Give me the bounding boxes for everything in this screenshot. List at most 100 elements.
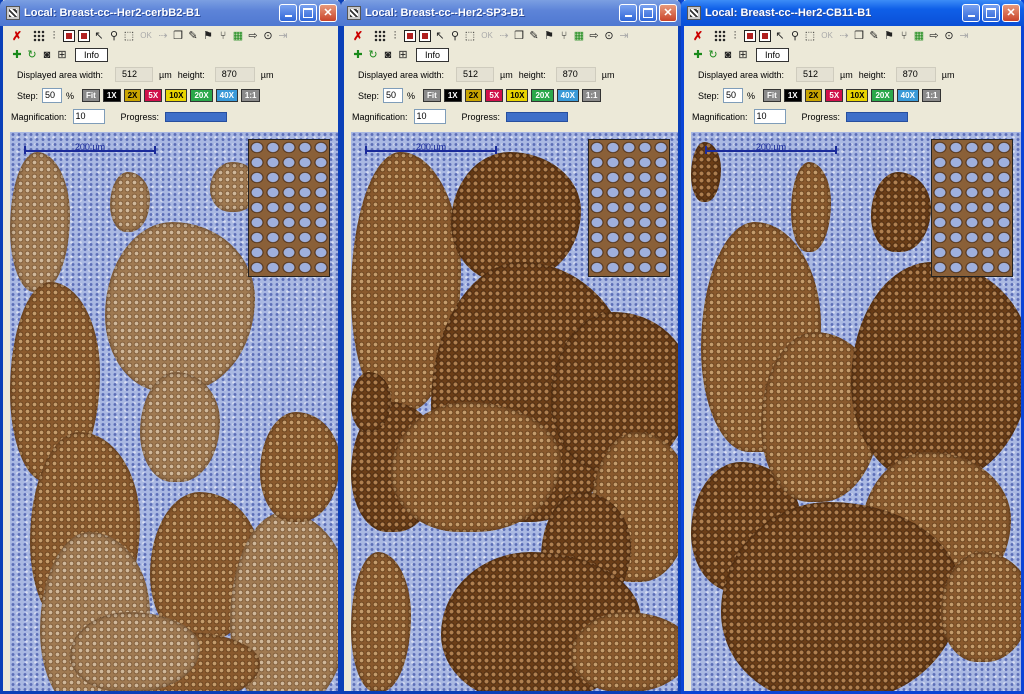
window-titlebar[interactable]: Local: Breast-cc--Her2-cerbB2-B1 ✕ bbox=[0, 0, 341, 26]
record-icon[interactable] bbox=[63, 30, 75, 42]
close-button[interactable]: ✕ bbox=[659, 4, 677, 22]
zoom-button-5x[interactable]: 5X bbox=[825, 89, 844, 102]
draw-icon[interactable]: ✎ bbox=[187, 30, 199, 42]
export-icon[interactable]: ⇨ bbox=[928, 30, 940, 42]
magnified-inset[interactable] bbox=[931, 139, 1013, 277]
zoom-button-fit[interactable]: Fit bbox=[423, 89, 441, 102]
ok-icon[interactable]: OK bbox=[479, 30, 495, 42]
network-icon[interactable]: ⊞ bbox=[397, 49, 409, 61]
zoom-button-40x[interactable]: 40X bbox=[556, 89, 579, 102]
copy-icon[interactable]: ❐ bbox=[172, 30, 184, 42]
branch-icon[interactable]: ⑂ bbox=[898, 30, 910, 42]
pointer-icon[interactable]: ↖ bbox=[434, 30, 446, 42]
close-x-icon[interactable]: ✗ bbox=[11, 30, 23, 42]
maximize-button[interactable] bbox=[982, 4, 1000, 22]
branch-icon[interactable]: ⑂ bbox=[558, 30, 570, 42]
stop-icon[interactable] bbox=[78, 30, 90, 42]
close-x-icon[interactable]: ✗ bbox=[692, 30, 704, 42]
camera-icon[interactable]: ◙ bbox=[41, 49, 53, 61]
select-area-icon[interactable]: ⬚ bbox=[804, 30, 816, 42]
draw-icon[interactable]: ✎ bbox=[528, 30, 540, 42]
zoom-button-10x[interactable]: 10X bbox=[165, 89, 188, 102]
load-icon[interactable]: ✚ bbox=[692, 49, 704, 61]
refresh-icon[interactable]: ↻ bbox=[707, 49, 719, 61]
window-titlebar[interactable]: Local: Breast-cc--Her2-CB11-B1 ✕ bbox=[681, 0, 1024, 26]
load-icon[interactable]: ✚ bbox=[352, 49, 364, 61]
copy-icon[interactable]: ❐ bbox=[853, 30, 865, 42]
grid-icon[interactable] bbox=[714, 30, 726, 42]
zoom-button-fit[interactable]: Fit bbox=[82, 89, 100, 102]
record-icon[interactable] bbox=[744, 30, 756, 42]
zoom-button-40x[interactable]: 40X bbox=[215, 89, 238, 102]
zoom-button-1x[interactable]: 1X bbox=[783, 89, 802, 102]
ok-icon[interactable]: OK bbox=[819, 30, 835, 42]
info-button[interactable]: Info bbox=[416, 48, 450, 62]
zoom-button-2x[interactable]: 2X bbox=[123, 89, 142, 102]
sliders-icon[interactable]: ⫶ bbox=[389, 30, 401, 42]
network-icon[interactable]: ⊞ bbox=[56, 49, 68, 61]
maximize-button[interactable] bbox=[639, 4, 657, 22]
zoom-button-5x[interactable]: 5X bbox=[485, 89, 504, 102]
slide-viewport[interactable]: 200 µm bbox=[691, 132, 1021, 691]
export-icon[interactable]: ⇨ bbox=[247, 30, 259, 42]
zoom-button-10x[interactable]: 10X bbox=[846, 89, 869, 102]
zoom-button-40x[interactable]: 40X bbox=[896, 89, 919, 102]
zoom-icon[interactable]: ⚲ bbox=[108, 30, 120, 42]
magnified-inset[interactable] bbox=[248, 139, 330, 277]
close-button[interactable]: ✕ bbox=[319, 4, 337, 22]
magnification-input[interactable]: 10 bbox=[413, 109, 446, 124]
arrow-icon[interactable]: ⇢ bbox=[157, 30, 169, 42]
stop-icon[interactable] bbox=[419, 30, 431, 42]
ruler-icon[interactable]: ▦ bbox=[573, 30, 585, 42]
zoom-button-5x[interactable]: 5X bbox=[144, 89, 163, 102]
draw-icon[interactable]: ✎ bbox=[868, 30, 880, 42]
flag-icon[interactable]: ⚑ bbox=[202, 30, 214, 42]
minimize-button[interactable] bbox=[962, 4, 980, 22]
close-button[interactable]: ✕ bbox=[1002, 4, 1020, 22]
network-icon[interactable]: ⇥ bbox=[958, 30, 970, 42]
copy-icon[interactable]: ❐ bbox=[513, 30, 525, 42]
zoom-button-20x[interactable]: 20X bbox=[531, 89, 554, 102]
camera-icon[interactable]: ⊙ bbox=[943, 30, 955, 42]
ok-icon[interactable]: OK bbox=[138, 30, 154, 42]
maximize-button[interactable] bbox=[299, 4, 317, 22]
record-icon[interactable] bbox=[404, 30, 416, 42]
network-icon[interactable]: ⊞ bbox=[737, 49, 749, 61]
refresh-icon[interactable]: ↻ bbox=[367, 49, 379, 61]
load-icon[interactable]: ✚ bbox=[11, 49, 23, 61]
sliders-icon[interactable]: ⫶ bbox=[729, 30, 741, 42]
slide-viewport[interactable]: 200 µm bbox=[351, 132, 678, 691]
info-button[interactable]: Info bbox=[75, 48, 109, 62]
grid-icon[interactable] bbox=[374, 30, 386, 42]
stop-icon[interactable] bbox=[759, 30, 771, 42]
camera-icon[interactable]: ◙ bbox=[722, 49, 734, 61]
arrow-icon[interactable]: ⇢ bbox=[838, 30, 850, 42]
arrow-icon[interactable]: ⇢ bbox=[498, 30, 510, 42]
slide-viewport[interactable]: 200 µm bbox=[10, 132, 338, 691]
step-input[interactable]: 50 bbox=[723, 88, 744, 103]
pointer-icon[interactable]: ↖ bbox=[774, 30, 786, 42]
step-input[interactable]: 50 bbox=[383, 88, 404, 103]
sliders-icon[interactable]: ⫶ bbox=[48, 30, 60, 42]
step-input[interactable]: 50 bbox=[42, 88, 63, 103]
zoom-button-1-1[interactable]: 1:1 bbox=[921, 89, 942, 102]
zoom-button-fit[interactable]: Fit bbox=[763, 89, 781, 102]
zoom-button-2x[interactable]: 2X bbox=[804, 89, 823, 102]
camera-icon[interactable]: ◙ bbox=[382, 49, 394, 61]
zoom-button-1-1[interactable]: 1:1 bbox=[581, 89, 602, 102]
magnified-inset[interactable] bbox=[588, 139, 670, 277]
refresh-icon[interactable]: ↻ bbox=[26, 49, 38, 61]
zoom-button-1x[interactable]: 1X bbox=[102, 89, 121, 102]
zoom-button-20x[interactable]: 20X bbox=[871, 89, 894, 102]
close-x-icon[interactable]: ✗ bbox=[352, 30, 364, 42]
zoom-button-1-1[interactable]: 1:1 bbox=[240, 89, 261, 102]
grid-icon[interactable] bbox=[33, 30, 45, 42]
zoom-button-10x[interactable]: 10X bbox=[506, 89, 529, 102]
camera-icon[interactable]: ⊙ bbox=[603, 30, 615, 42]
network-icon[interactable]: ⇥ bbox=[618, 30, 630, 42]
zoom-button-1x[interactable]: 1X bbox=[443, 89, 462, 102]
branch-icon[interactable]: ⑂ bbox=[217, 30, 229, 42]
ruler-icon[interactable]: ▦ bbox=[232, 30, 244, 42]
zoom-icon[interactable]: ⚲ bbox=[789, 30, 801, 42]
select-area-icon[interactable]: ⬚ bbox=[464, 30, 476, 42]
